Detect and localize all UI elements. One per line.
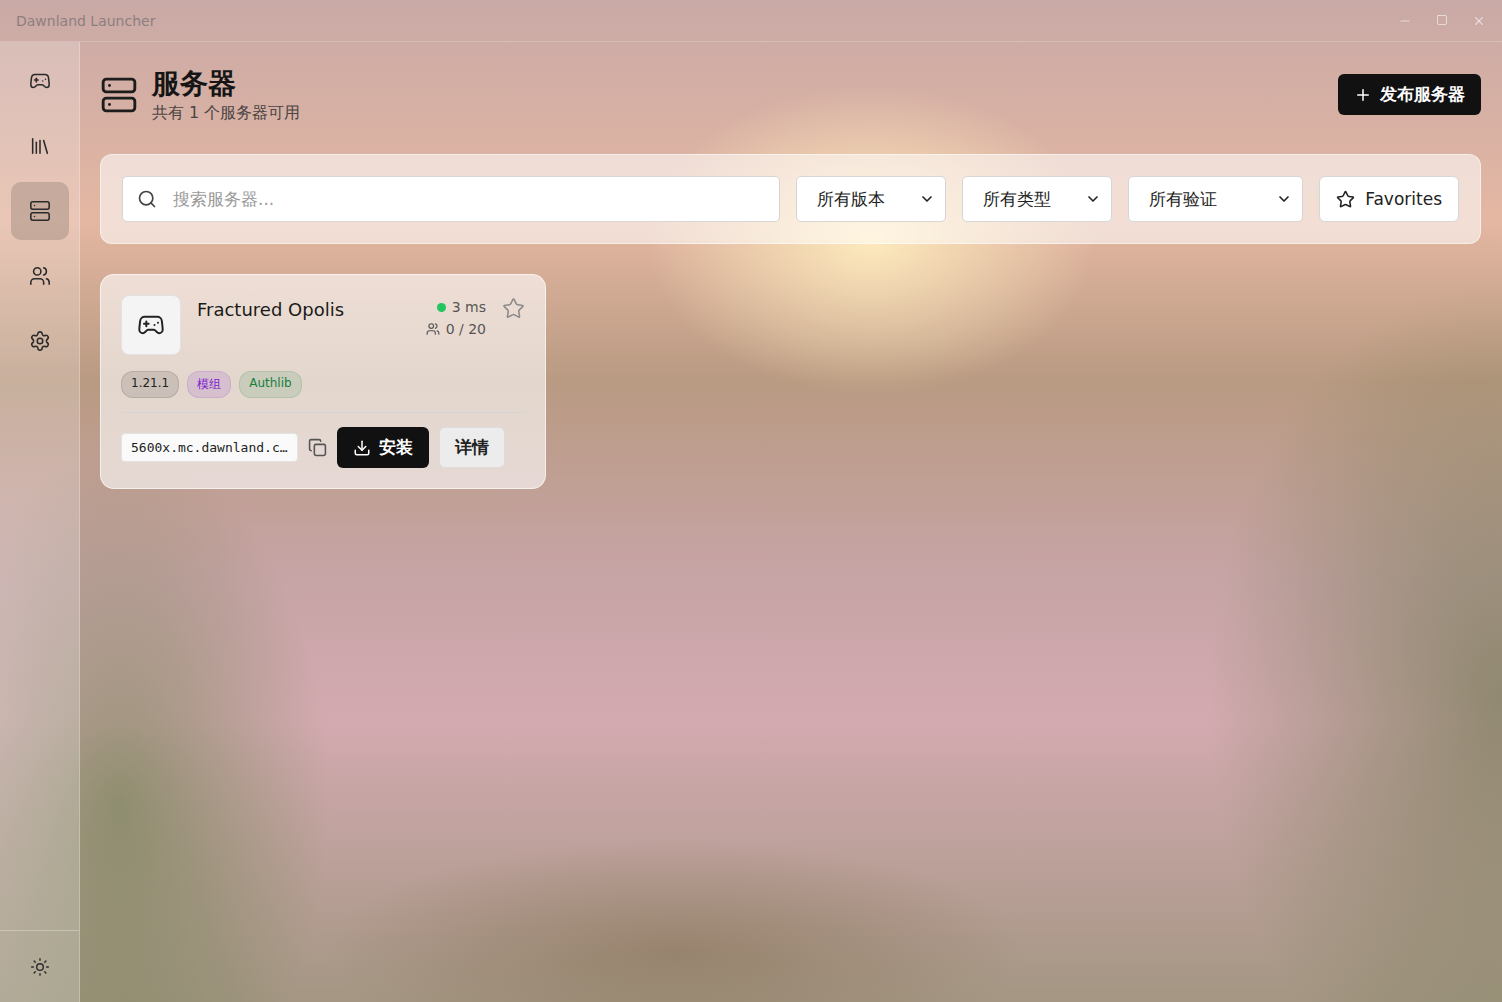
main-content: 服务器共有 1 个服务器可用 发布服务器所有版本所有类型所有验证 Favorites…	[80, 42, 1502, 1002]
gamepad-icon	[29, 70, 51, 92]
filter-select[interactable]: 所有类型	[962, 176, 1112, 222]
gear-icon	[29, 330, 51, 352]
window-controls	[1398, 14, 1486, 28]
download-icon	[353, 439, 371, 457]
publish-button[interactable]: 发布服务器	[1338, 74, 1481, 115]
search-field[interactable]	[122, 176, 780, 222]
sidebar-list	[0, 52, 79, 370]
search-icon	[137, 189, 157, 209]
tag: 模组	[187, 371, 231, 398]
sidebar-library[interactable]	[11, 117, 69, 175]
sidebar-play[interactable]	[11, 52, 69, 110]
users-icon	[426, 322, 440, 336]
tag: Authlib	[239, 371, 301, 398]
ping: 3 ms	[437, 299, 486, 315]
minimize-icon[interactable]	[1398, 14, 1412, 28]
copy-button[interactable]	[308, 438, 327, 457]
sidebar	[0, 42, 80, 1002]
favorites-button[interactable]: Favorites	[1319, 176, 1459, 222]
page-subtitle: 共有 1 个服务器可用	[152, 103, 300, 124]
sun-icon	[30, 957, 50, 977]
body: 服务器共有 1 个服务器可用 发布服务器所有版本所有类型所有验证 Favorites…	[0, 42, 1502, 1002]
chevron-down-icon	[1276, 191, 1292, 207]
favorite-button[interactable]	[502, 297, 525, 324]
title-bar: Dawnland Launcher	[0, 0, 1502, 42]
gamepad-icon	[137, 311, 165, 339]
sidebar-friends[interactable]	[11, 247, 69, 305]
plus-icon	[1354, 86, 1372, 104]
tag-row: 1.21.1 模组 Authlib	[121, 371, 525, 413]
server-avatar	[121, 295, 181, 355]
filter-select[interactable]: 所有验证	[1128, 176, 1303, 222]
server-address: 5600x.mc.dawnland.c…	[121, 433, 298, 462]
library-icon	[29, 135, 51, 157]
player-count: 0 / 20	[426, 321, 486, 337]
users-icon	[29, 265, 51, 287]
server-name: Fractured Opolis	[197, 299, 410, 320]
star-icon	[502, 297, 525, 320]
close-icon[interactable]	[1472, 14, 1486, 28]
page-header: 服务器共有 1 个服务器可用 发布服务器	[100, 66, 1481, 124]
server-icon	[100, 76, 138, 114]
server-stats: 3 ms 0 / 20	[426, 299, 486, 337]
chevron-down-icon	[919, 191, 935, 207]
sidebar-servers[interactable]	[11, 182, 69, 240]
filter-select[interactable]: 所有版本	[796, 176, 946, 222]
maximize-icon[interactable]	[1436, 14, 1448, 26]
sidebar-settings[interactable]	[11, 312, 69, 370]
tag: 1.21.1	[121, 371, 179, 398]
status-dot	[437, 303, 446, 312]
server-list: Fractured Opolis 3 ms 0 / 20 1.21.1 模组 Authli…	[100, 274, 1481, 489]
page-title: 服务器	[152, 66, 300, 101]
card-header: Fractured Opolis 3 ms 0 / 20	[121, 295, 525, 355]
card-actions: 5600x.mc.dawnland.c… 安装详情	[121, 427, 525, 468]
header-title-group: 服务器共有 1 个服务器可用	[100, 66, 300, 124]
server-icon	[29, 200, 51, 222]
theme-toggle[interactable]	[20, 947, 60, 987]
window-title: Dawnland Launcher	[16, 13, 155, 29]
install-button[interactable]: 安装	[337, 427, 429, 468]
sidebar-footer	[0, 930, 79, 1002]
copy-icon	[308, 438, 327, 457]
header-texts: 服务器共有 1 个服务器可用	[152, 66, 300, 124]
details-button[interactable]: 详情	[439, 427, 505, 468]
chevron-down-icon	[1085, 191, 1101, 207]
search-input[interactable]	[171, 188, 765, 210]
server-card: Fractured Opolis 3 ms 0 / 20 1.21.1 模组 Authli…	[100, 274, 546, 489]
background-photo: Dawnland Launcher 服务器共有 1 个服务器可用 发布服务器所有版本…	[0, 0, 1502, 1002]
filter-bar: 所有版本所有类型所有验证 Favorites	[100, 154, 1481, 244]
star-icon	[1336, 190, 1355, 209]
